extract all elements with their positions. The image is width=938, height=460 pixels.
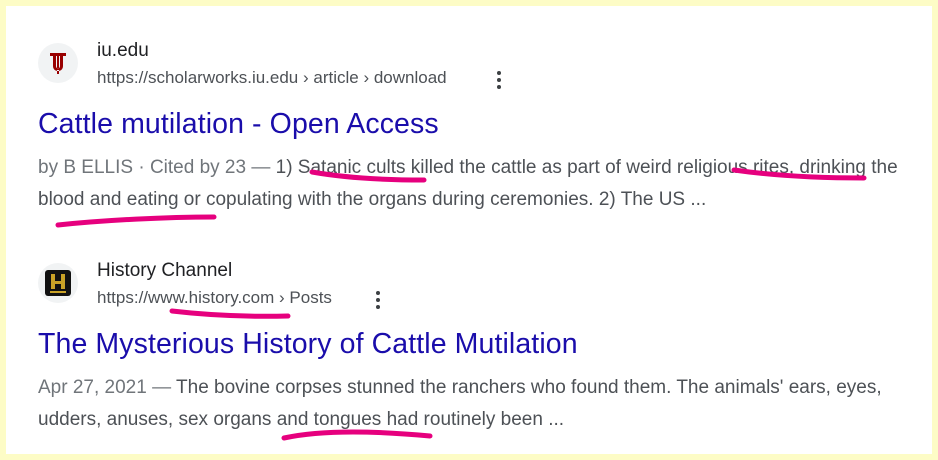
snippet-meta: by B ELLIS · Cited by 23 — bbox=[38, 157, 276, 178]
search-result: History Channel https://www.history.com … bbox=[38, 258, 918, 430]
site-url: https://www.history.com › Posts bbox=[97, 288, 332, 307]
site-name: History Channel bbox=[97, 260, 233, 281]
result-title-link[interactable]: The Mysterious History of Cattle Mutilat… bbox=[38, 328, 578, 361]
snippet-meta: Apr 27, 2021 — bbox=[38, 377, 177, 398]
result-source[interactable]: History Channel https://www.history.com … bbox=[38, 258, 918, 314]
history-h-icon bbox=[38, 263, 78, 303]
result-title-link[interactable]: Cattle mutilation - Open Access bbox=[38, 108, 439, 141]
more-options-icon[interactable] bbox=[489, 68, 509, 92]
result-snippet: Apr 27, 2021 — The bovine corpses stunne… bbox=[38, 372, 918, 436]
site-name: iu.edu bbox=[97, 40, 149, 61]
search-result: iu.edu https://scholarworks.iu.edu › art… bbox=[38, 38, 918, 210]
underline-mark bbox=[55, 214, 217, 228]
more-options-icon[interactable] bbox=[368, 288, 388, 312]
result-snippet: by B ELLIS · Cited by 23 — 1) Satanic cu… bbox=[38, 152, 918, 216]
iu-trident-icon bbox=[38, 43, 78, 83]
site-url: https://scholarworks.iu.edu › article › … bbox=[97, 68, 447, 87]
search-results-panel: iu.edu https://scholarworks.iu.edu › art… bbox=[6, 6, 932, 454]
result-source[interactable]: iu.edu https://scholarworks.iu.edu › art… bbox=[38, 38, 918, 94]
